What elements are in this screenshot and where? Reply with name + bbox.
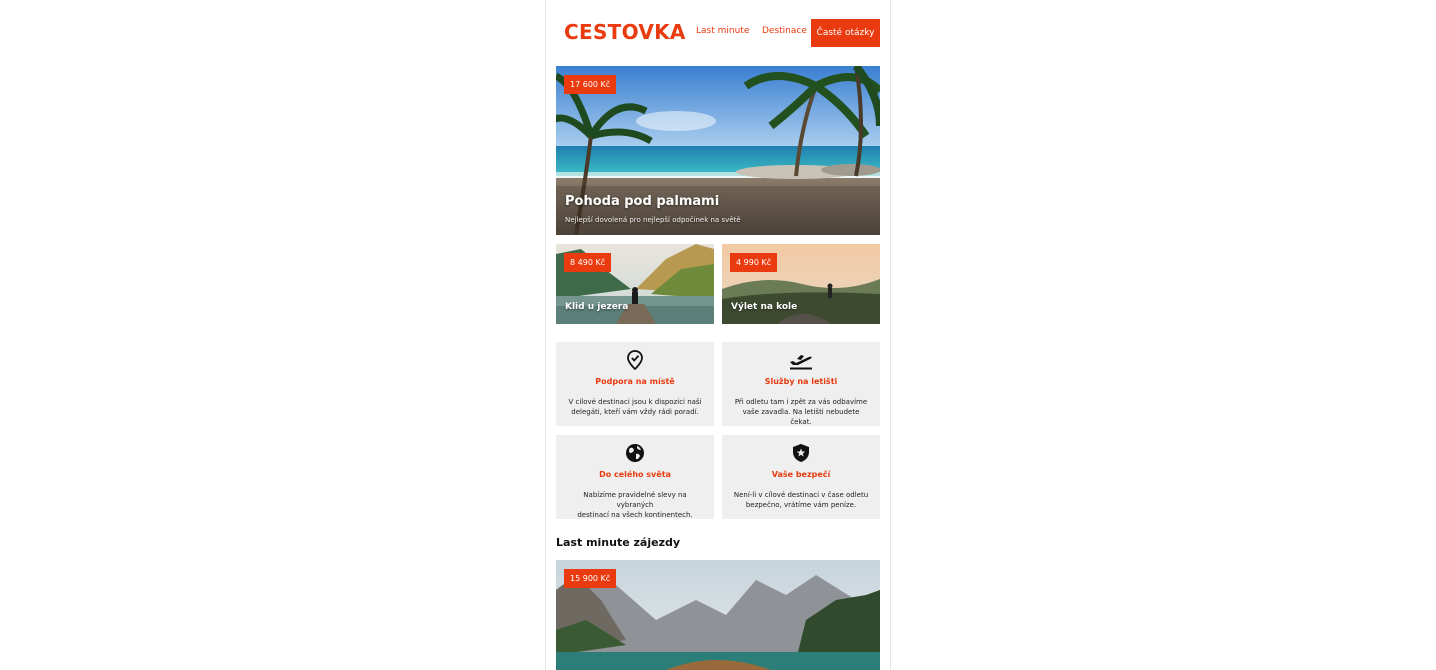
hero-card[interactable]: 17 600 Kč Pohoda pod palmami Nejlepší do… bbox=[556, 66, 880, 235]
last-minute-card[interactable]: 15 900 Kč bbox=[556, 560, 880, 670]
feature-text-line: Nabízíme pravidelné slevy na vybraných bbox=[583, 491, 687, 509]
feature-text-line: Při odletu tam i zpět za vás odbavíme bbox=[734, 398, 868, 406]
bike-title: Výlet na kole bbox=[731, 302, 798, 312]
feature-text-line: vaše zavadla. Na letišti nebudete čekat. bbox=[742, 408, 860, 426]
feature-safety: Vaše bezpečí Není-li v cílové destinaci … bbox=[722, 435, 880, 519]
feature-world: Do celého světa Nabízíme pravidelné slev… bbox=[556, 435, 714, 519]
nav-destinations-link[interactable]: Destinace bbox=[762, 26, 807, 36]
price-badge: 15 900 Kč bbox=[564, 569, 617, 588]
feature-text-line: delegáti, kteří vám vždy rádi poradí. bbox=[571, 408, 699, 416]
shield-icon bbox=[793, 444, 809, 462]
feature-text-line: bezpečno, vrátíme vám peníze. bbox=[745, 501, 857, 509]
price-badge: 17 600 Kč bbox=[564, 75, 617, 94]
globe-icon bbox=[626, 444, 644, 462]
feature-airport: Služby na letišti Při odletu tam i zpět … bbox=[722, 342, 880, 426]
feature-text: Nabízíme pravidelné slevy na vybraných d… bbox=[566, 490, 704, 520]
price-badge: 4 990 Kč bbox=[730, 253, 778, 272]
last-minute-heading: Last minute zájezdy bbox=[556, 536, 681, 549]
nav-faq-button[interactable]: Časté otázky bbox=[811, 19, 880, 47]
feature-title: Vaše bezpečí bbox=[771, 470, 831, 479]
airplane-takeoff-icon bbox=[790, 355, 812, 370]
feature-text-line: Není-li v cílové destinaci v čase odletu bbox=[733, 491, 869, 499]
nav-last-minute-link[interactable]: Last minute bbox=[696, 26, 749, 36]
feature-text-line: V cílové destinaci jsou k dispozici naši bbox=[568, 398, 702, 406]
price-badge: 8 490 Kč bbox=[564, 253, 612, 272]
feature-text-line: destinací na všech kontinentech. bbox=[577, 511, 693, 519]
feature-text: Při odletu tam i zpět za vás odbavíme va… bbox=[732, 397, 870, 427]
bike-card[interactable]: 4 990 Kč Výlet na kole bbox=[722, 244, 880, 324]
feature-text: Není-li v cílové destinaci v čase odletu… bbox=[732, 490, 870, 510]
feature-title: Služby na letišti bbox=[764, 377, 838, 386]
lake-title: Klid u jezera bbox=[565, 302, 629, 312]
location-check-icon bbox=[627, 350, 643, 370]
header: CESTOVKA Last minute Destinace Časté otá… bbox=[546, 18, 890, 48]
feature-text: V cílové destinaci jsou k dispozici naši… bbox=[566, 397, 704, 417]
logo[interactable]: CESTOVKA bbox=[564, 20, 686, 44]
feature-title: Do celého světa bbox=[599, 470, 671, 479]
email-page: CESTOVKA Last minute Destinace Časté otá… bbox=[545, 0, 891, 670]
hero-title: Pohoda pod palmami bbox=[565, 194, 720, 209]
lake-card[interactable]: 8 490 Kč Klid u jezera bbox=[556, 244, 714, 324]
hero-subtitle: Nejlepší dovolená pro nejlepší odpočinek… bbox=[565, 216, 741, 224]
feature-support: Podpora na místě V cílové destinaci jsou… bbox=[556, 342, 714, 426]
feature-title: Podpora na místě bbox=[595, 377, 675, 386]
